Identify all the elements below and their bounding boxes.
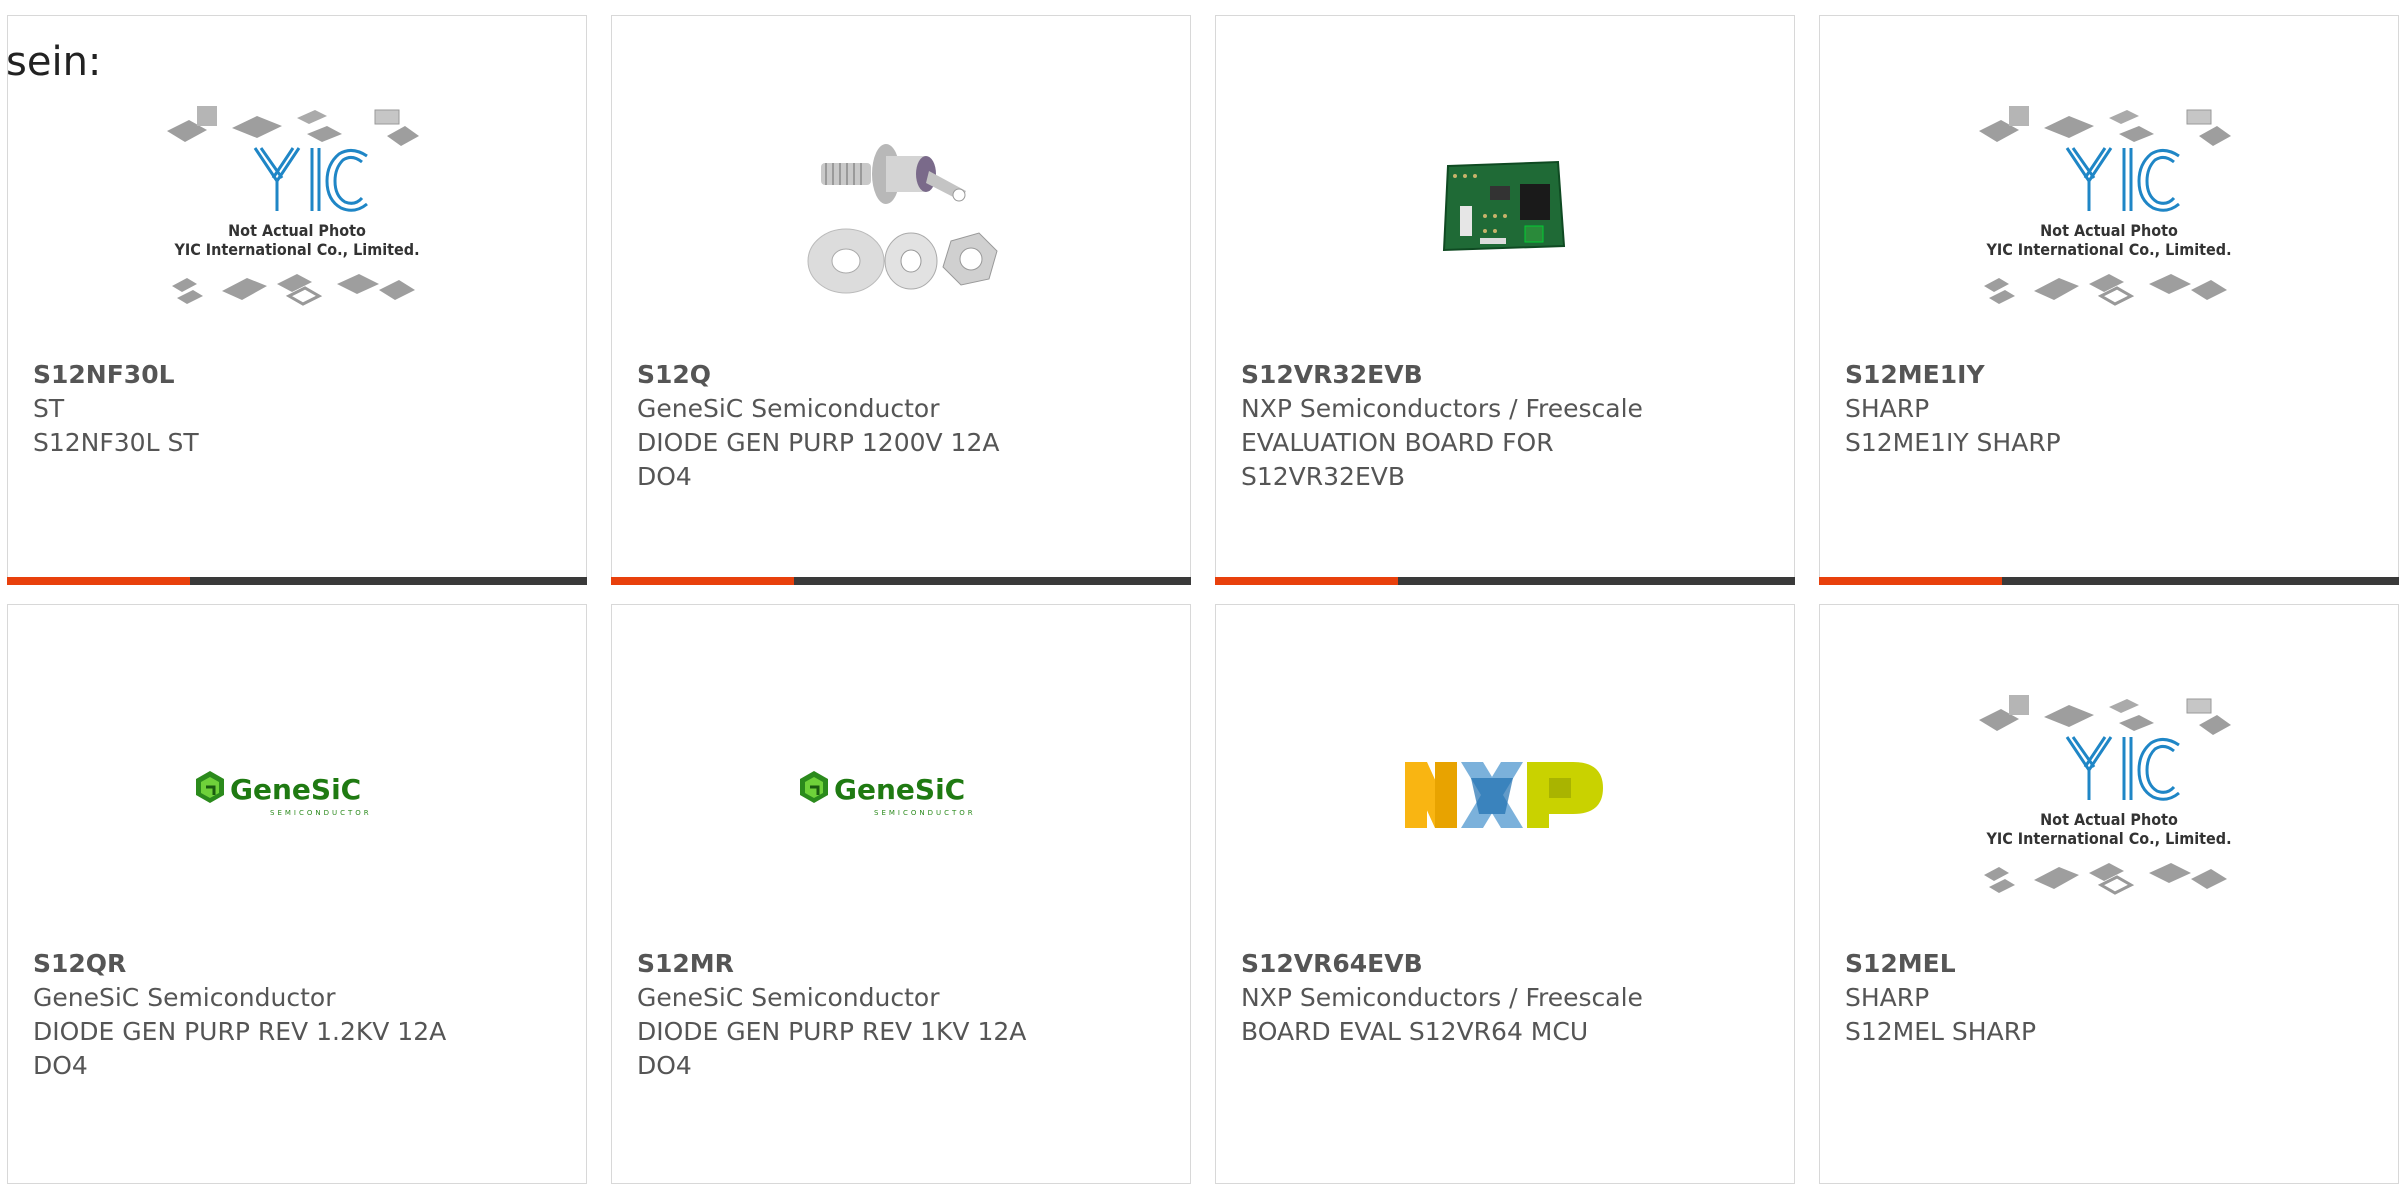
- genesic-subtext: SEMICONDUCTOR: [874, 809, 976, 817]
- yic-placeholder-image: Not Actual Photo YIC International Co., …: [167, 106, 420, 306]
- product-image-placeholder[interactable]: Not Actual Photo YIC International Co., …: [8, 56, 586, 356]
- placeholder-caption-2: YIC International Co., Limited.: [173, 240, 419, 259]
- product-card[interactable]: GeneSiC SEMICONDUCTOR S12MR GeneSiC Semi…: [611, 604, 1191, 1184]
- yic-placeholder-image: Not Actual Photo YIC International Co., …: [1979, 106, 2232, 306]
- description-line: EVALUATION BOARD FOR: [1241, 428, 1554, 457]
- genesic-wordmark: GeneSiC: [230, 773, 361, 806]
- manufacturer: ST: [33, 394, 65, 423]
- yic-placeholder-image: Not Actual Photo YIC International Co., …: [1979, 695, 2232, 895]
- part-number[interactable]: S12VR64EVB: [1241, 947, 1761, 981]
- description-line: S12NF30L ST: [33, 428, 199, 457]
- placeholder-caption-2: YIC International Co., Limited.: [1985, 240, 2231, 259]
- part-number[interactable]: S12QR: [33, 947, 553, 981]
- description-line: DIODE GEN PURP 1200V 12A: [637, 428, 1000, 457]
- manufacturer: NXP Semiconductors / Freescale: [1241, 983, 1643, 1012]
- product-grid: Not Actual Photo YIC International Co., …: [0, 0, 2400, 1184]
- card-accent-bar: [1215, 577, 1795, 585]
- description-line: S12VR32EVB: [1241, 462, 1406, 491]
- manufacturer: GeneSiC Semiconductor: [637, 983, 940, 1012]
- stud-diode-photo: [801, 111, 1001, 301]
- product-card[interactable]: S12VR32EVB NXP Semiconductors / Freescal…: [1215, 15, 1795, 585]
- pcb-board-photo: [1442, 160, 1566, 252]
- product-image-placeholder[interactable]: Not Actual Photo YIC International Co., …: [1820, 56, 2398, 356]
- product-card[interactable]: GeneSiC SEMICONDUCTOR S12QR GeneSiC Semi…: [7, 604, 587, 1184]
- card-accent-bar: [611, 577, 1191, 585]
- description-line: DIODE GEN PURP REV 1KV 12A: [637, 1017, 1027, 1046]
- product-image-logo[interactable]: GeneSiC SEMICONDUCTOR: [8, 645, 586, 945]
- product-image-photo[interactable]: [612, 56, 1190, 356]
- placeholder-caption-1: Not Actual Photo: [2040, 810, 2178, 829]
- genesic-subtext: SEMICONDUCTOR: [270, 809, 372, 817]
- description-line: S12ME1IY SHARP: [1845, 428, 2061, 457]
- part-number[interactable]: S12NF30L: [33, 358, 553, 392]
- product-image-photo[interactable]: [1216, 56, 1794, 356]
- description-line: S12MEL SHARP: [1845, 1017, 2037, 1046]
- genesic-logo: GeneSiC SEMICONDUCTOR: [196, 771, 372, 817]
- part-number[interactable]: S12ME1IY: [1845, 358, 2365, 392]
- page-heading: sein:: [6, 39, 102, 85]
- description-line: DO4: [33, 1051, 88, 1080]
- product-card[interactable]: S12Q GeneSiC Semiconductor DIODE GEN PUR…: [611, 15, 1191, 585]
- part-number[interactable]: S12VR32EVB: [1241, 358, 1761, 392]
- manufacturer: NXP Semiconductors / Freescale: [1241, 394, 1643, 423]
- card-accent-bar: [1819, 577, 2399, 585]
- manufacturer: GeneSiC Semiconductor: [33, 983, 336, 1012]
- description-line: BOARD EVAL S12VR64 MCU: [1241, 1017, 1589, 1046]
- part-number[interactable]: S12Q: [637, 358, 1157, 392]
- manufacturer: SHARP: [1845, 983, 1930, 1012]
- description-line: DIODE GEN PURP REV 1.2KV 12A: [33, 1017, 447, 1046]
- genesic-logo: GeneSiC SEMICONDUCTOR: [800, 771, 976, 817]
- product-image-placeholder[interactable]: Not Actual Photo YIC International Co., …: [1820, 645, 2398, 945]
- part-number[interactable]: S12MR: [637, 947, 1157, 981]
- description-line: DO4: [637, 462, 692, 491]
- nxp-logo: [1405, 762, 1603, 828]
- manufacturer: SHARP: [1845, 394, 1930, 423]
- product-image-logo[interactable]: [1216, 645, 1794, 945]
- placeholder-caption-1: Not Actual Photo: [228, 221, 366, 240]
- card-accent-bar: [7, 577, 587, 585]
- genesic-wordmark: GeneSiC: [834, 773, 965, 806]
- placeholder-caption-2: YIC International Co., Limited.: [1985, 829, 2231, 848]
- placeholder-caption-1: Not Actual Photo: [2040, 221, 2178, 240]
- product-image-logo[interactable]: GeneSiC SEMICONDUCTOR: [612, 645, 1190, 945]
- manufacturer: GeneSiC Semiconductor: [637, 394, 940, 423]
- product-card[interactable]: Not Actual Photo YIC International Co., …: [1819, 604, 2399, 1184]
- product-card[interactable]: S12VR64EVB NXP Semiconductors / Freescal…: [1215, 604, 1795, 1184]
- part-number[interactable]: S12MEL: [1845, 947, 2365, 981]
- product-card[interactable]: Not Actual Photo YIC International Co., …: [1819, 15, 2399, 585]
- product-card[interactable]: Not Actual Photo YIC International Co., …: [7, 15, 587, 585]
- description-line: DO4: [637, 1051, 692, 1080]
